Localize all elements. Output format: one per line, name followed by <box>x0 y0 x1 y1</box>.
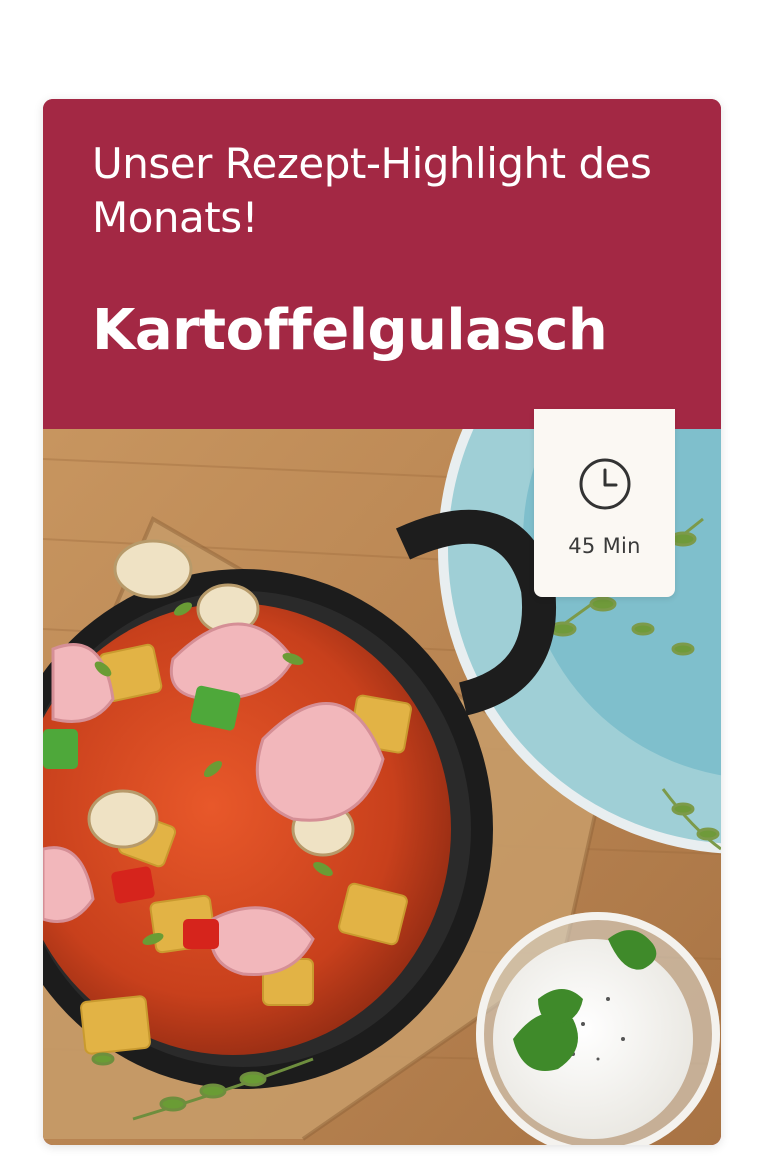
recipe-highlight-card[interactable]: Unser Rezept-Highlight des Monats! Karto… <box>43 99 721 1145</box>
recipe-title: Kartoffelgulasch <box>92 298 608 363</box>
cooking-time-label: 45 Min <box>568 534 641 558</box>
clock-icon <box>579 458 631 510</box>
card-header: Unser Rezept-Highlight des Monats! Karto… <box>43 99 721 429</box>
cooking-time-badge: 45 Min <box>534 409 675 597</box>
card-subtitle: Unser Rezept-Highlight des Monats! <box>92 139 652 242</box>
